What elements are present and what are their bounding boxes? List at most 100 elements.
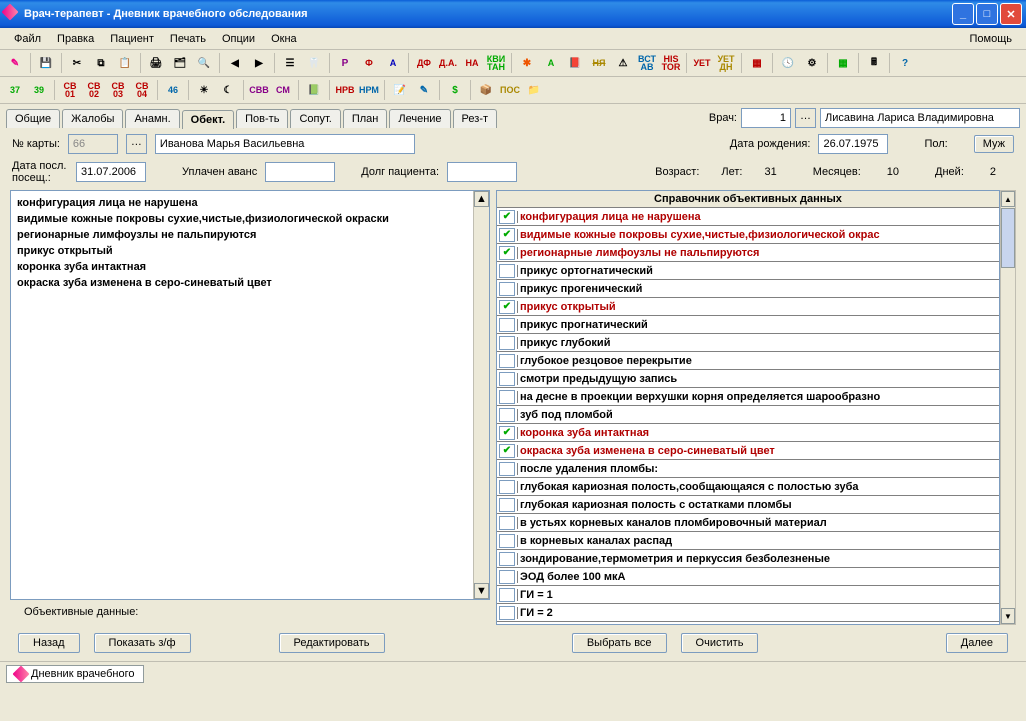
tab-result[interactable]: Рез-т bbox=[453, 109, 497, 128]
book2-icon[interactable]: 📗 bbox=[303, 79, 325, 101]
ref-row[interactable]: ✔прикус открытый bbox=[497, 298, 999, 316]
da-btn[interactable]: Д.А. bbox=[437, 52, 459, 74]
tab-surface[interactable]: Пов-ть bbox=[236, 109, 288, 128]
warn-icon[interactable]: ⚠ bbox=[612, 52, 634, 74]
t39-btn[interactable]: 39 bbox=[28, 79, 50, 101]
checkbox-icon[interactable] bbox=[499, 390, 515, 404]
ref-row[interactable]: ✔окраска зуба изменена в серо-синеватый … bbox=[497, 442, 999, 460]
cbb-btn[interactable]: СВВ bbox=[248, 79, 270, 101]
excel-icon[interactable]: ▦ bbox=[832, 52, 854, 74]
npv-btn[interactable]: НРВ bbox=[334, 79, 356, 101]
ref-row[interactable]: прикус прогнатический bbox=[497, 316, 999, 334]
moon-icon[interactable]: ☾ bbox=[217, 79, 239, 101]
cardedit-icon[interactable]: 📝 bbox=[389, 79, 411, 101]
clock-icon[interactable]: 🕓 bbox=[777, 52, 799, 74]
p-btn[interactable]: P bbox=[334, 52, 356, 74]
checkbox-icon[interactable]: ✔ bbox=[499, 300, 515, 314]
notes-textarea[interactable]: конфигурация лица не нарушена видимые ко… bbox=[10, 190, 490, 600]
selectall-button[interactable]: Выбрать все bbox=[572, 633, 667, 653]
card-icon[interactable]: 🗂 bbox=[169, 52, 191, 74]
menu-edit[interactable]: Правка bbox=[49, 31, 102, 47]
scroll-up-icon[interactable]: ▲ bbox=[1001, 191, 1015, 207]
ref-row[interactable]: ГИ = 3 bbox=[497, 622, 999, 625]
penblue-icon[interactable]: ✎ bbox=[413, 79, 435, 101]
tooth-icon[interactable]: 🦷 bbox=[303, 52, 325, 74]
checkbox-icon[interactable] bbox=[499, 570, 515, 584]
birth-date-field[interactable]: 26.07.1975 bbox=[818, 134, 888, 154]
f-btn[interactable]: Ф bbox=[358, 52, 380, 74]
ref-row[interactable]: в устьях корневых каналов пломбировочный… bbox=[497, 514, 999, 532]
record-nav-icon[interactable]: ◀ bbox=[224, 52, 246, 74]
cm-btn[interactable]: СМ bbox=[272, 79, 294, 101]
checkbox-icon[interactable]: ✔ bbox=[499, 426, 515, 440]
box-icon[interactable]: 📦 bbox=[475, 79, 497, 101]
checkbox-icon[interactable] bbox=[499, 354, 515, 368]
checkbox-icon[interactable] bbox=[499, 606, 515, 620]
help-icon[interactable]: ? bbox=[894, 52, 916, 74]
tab-general[interactable]: Общие bbox=[6, 109, 60, 128]
status-doc-tab[interactable]: Дневник врачебного bbox=[6, 665, 144, 683]
ref-row[interactable]: глубокая кариозная полость с остатками п… bbox=[497, 496, 999, 514]
checkbox-icon[interactable] bbox=[499, 408, 515, 422]
ref-row[interactable]: глубокое резцовое перекрытие bbox=[497, 352, 999, 370]
npm-btn[interactable]: НРМ bbox=[358, 79, 380, 101]
minimize-button[interactable]: _ bbox=[952, 3, 974, 25]
scroll-down-icon[interactable]: ▼ bbox=[1001, 608, 1015, 624]
outer-scrollbar[interactable]: ▲ ▼ bbox=[1000, 190, 1016, 625]
cb03-btn[interactable]: СВ03 bbox=[107, 79, 129, 101]
print-icon[interactable]: 🖨 bbox=[145, 52, 167, 74]
star-icon[interactable]: ✱ bbox=[516, 52, 538, 74]
t46-btn[interactable]: 46 bbox=[162, 79, 184, 101]
ref-row[interactable]: ЭОД более 100 мкА bbox=[497, 568, 999, 586]
yet-btn[interactable]: УЕТ bbox=[691, 52, 713, 74]
book-icon[interactable]: 📕 bbox=[564, 52, 586, 74]
checkbox-icon[interactable]: ✔ bbox=[499, 210, 515, 224]
checkbox-icon[interactable] bbox=[499, 588, 515, 602]
ref-row[interactable]: прикус глубокий bbox=[497, 334, 999, 352]
sun-icon[interactable]: ☀ bbox=[193, 79, 215, 101]
card-lookup-button[interactable]: … bbox=[126, 134, 147, 154]
checkbox-icon[interactable] bbox=[499, 318, 515, 332]
tab-additional[interactable]: Сопут. bbox=[290, 109, 340, 128]
checkbox-icon[interactable] bbox=[499, 534, 515, 548]
cb04-btn[interactable]: СВ04 bbox=[131, 79, 153, 101]
ref-row[interactable]: после удаления пломбы: bbox=[497, 460, 999, 478]
menu-print[interactable]: Печать bbox=[162, 31, 214, 47]
pencil-icon[interactable]: ✎ bbox=[4, 52, 26, 74]
menu-help[interactable]: Помощь bbox=[962, 31, 1021, 47]
edit-button[interactable]: Редактировать bbox=[279, 633, 385, 653]
ref-row[interactable]: ГИ = 1 bbox=[497, 586, 999, 604]
checkbox-icon[interactable]: ✔ bbox=[499, 444, 515, 458]
yet2-btn[interactable]: УЕТДН bbox=[715, 52, 737, 74]
clear-button[interactable]: Очистить bbox=[681, 633, 759, 653]
scroll-thumb[interactable] bbox=[1001, 208, 1015, 268]
ref-row[interactable]: смотри предыдущую запись bbox=[497, 370, 999, 388]
menu-windows[interactable]: Окна bbox=[263, 31, 305, 47]
ref-row[interactable]: глубокая кариозная полость,сообщающаяся … bbox=[497, 478, 999, 496]
menu-options[interactable]: Опции bbox=[214, 31, 263, 47]
checkbox-icon[interactable] bbox=[499, 372, 515, 386]
back-button[interactable]: Назад bbox=[18, 633, 80, 653]
checkbox-icon[interactable] bbox=[499, 336, 515, 350]
tab-plan[interactable]: План bbox=[343, 109, 388, 128]
copy-icon[interactable]: ⧉ bbox=[90, 52, 112, 74]
ref-row[interactable]: прикус прогенический bbox=[497, 280, 999, 298]
cb01-btn[interactable]: СВ01 bbox=[59, 79, 81, 101]
tab-anamnesis[interactable]: Анамн. bbox=[125, 109, 179, 128]
calc-icon[interactable]: 🖩 bbox=[863, 52, 885, 74]
checkbox-icon[interactable]: ✔ bbox=[499, 228, 515, 242]
ref-row[interactable]: ✔видимые кожные покровы сухие,чистые,физ… bbox=[497, 226, 999, 244]
textarea-scrollbar[interactable]: ▲ ▼ bbox=[473, 191, 489, 599]
ref-row[interactable]: в корневых каналах распад bbox=[497, 532, 999, 550]
ref-row[interactable]: зондирование,термометрия и перкуссия без… bbox=[497, 550, 999, 568]
close-button[interactable]: ✕ bbox=[1000, 3, 1022, 25]
his-btn[interactable]: HISTOR bbox=[660, 52, 682, 74]
pos-btn[interactable]: ПОС bbox=[499, 79, 521, 101]
bct-btn[interactable]: ВСТАВ bbox=[636, 52, 658, 74]
hya-btn[interactable]: НЯ bbox=[588, 52, 610, 74]
tab-complaints[interactable]: Жалобы bbox=[62, 109, 123, 128]
sex-button[interactable]: Муж bbox=[974, 135, 1014, 153]
lastvisit-field[interactable]: 31.07.2006 bbox=[76, 162, 146, 182]
t37-btn[interactable]: 37 bbox=[4, 79, 26, 101]
df-btn[interactable]: ДФ bbox=[413, 52, 435, 74]
